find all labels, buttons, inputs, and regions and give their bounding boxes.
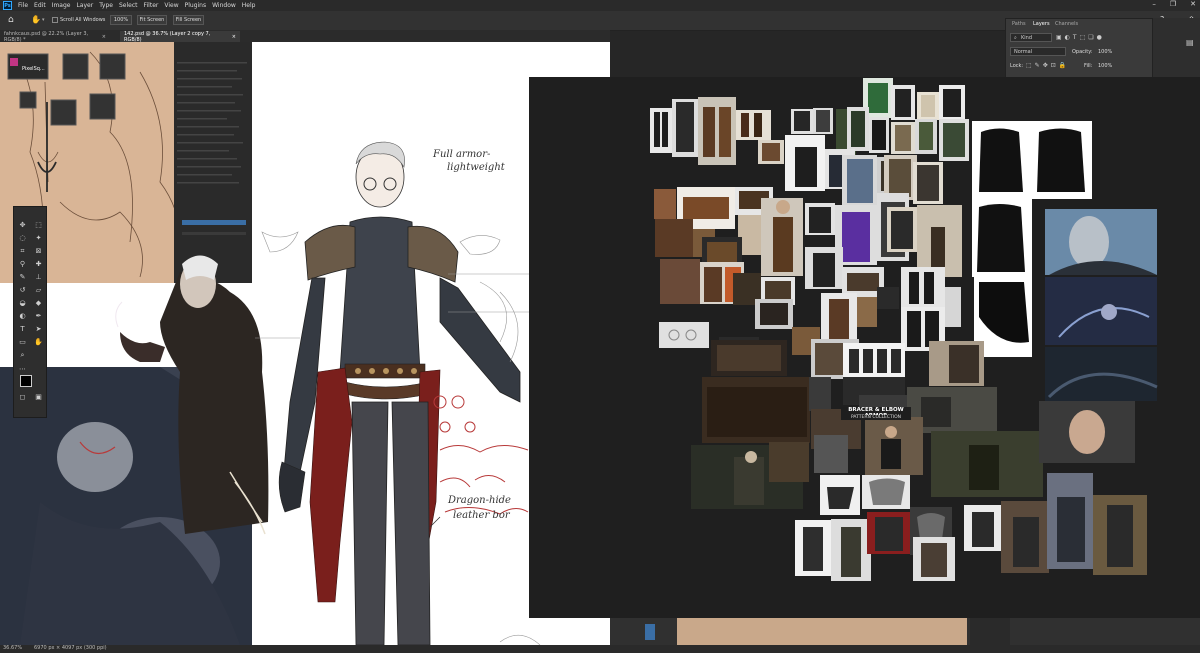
menu-file[interactable]: File bbox=[15, 2, 31, 9]
hand-tool-icon[interactable]: ✋ bbox=[34, 338, 43, 347]
note-full-armor: Full armor- bbox=[433, 149, 491, 160]
background-workspace bbox=[610, 618, 1200, 645]
brush-tool-icon[interactable]: ✎ bbox=[18, 273, 27, 282]
canvas-artwork bbox=[0, 42, 610, 645]
fill-value[interactable]: 100% bbox=[1098, 63, 1112, 69]
menu-window[interactable]: Window bbox=[209, 2, 239, 9]
scroll-all-windows-label: Scroll All Windows bbox=[60, 17, 106, 23]
tab-label: 142.psd @ 36.7% (Layer 2 copy 7, RGB/8) bbox=[124, 30, 211, 43]
menu-plugins[interactable]: Plugins bbox=[182, 2, 210, 9]
menu-help[interactable]: Help bbox=[239, 2, 259, 9]
lasso-tool-icon[interactable]: ◌ bbox=[18, 234, 27, 243]
restore-button[interactable]: ❐ bbox=[1170, 0, 1176, 8]
note-leather: leather bor bbox=[453, 510, 510, 521]
layer-filter-select[interactable]: ⌕ Kind bbox=[1010, 33, 1052, 42]
fill-label: Fill: bbox=[1084, 63, 1093, 69]
pixelsquid-label: PixelSq... bbox=[22, 66, 45, 72]
document-size: 6970 px × 4097 px (300 ppi) bbox=[34, 645, 107, 651]
healing-brush-tool-icon[interactable]: ✚ bbox=[34, 260, 43, 269]
chevron-down-icon[interactable]: ▾ bbox=[42, 17, 45, 23]
photoshop-logo-icon[interactable]: Ps bbox=[3, 1, 12, 10]
note-lightweight: lightweight bbox=[447, 162, 505, 173]
hand-tool-icon[interactable]: ✋ bbox=[31, 15, 41, 25]
background-panel-preview bbox=[970, 618, 1010, 645]
menu-image[interactable]: Image bbox=[49, 2, 74, 9]
menu-select[interactable]: Select bbox=[116, 2, 141, 9]
eyedropper-tool-icon[interactable]: ⚲ bbox=[18, 260, 27, 269]
status-bar: 36.67% 6970 px × 4097 px (300 ppi) bbox=[0, 645, 1200, 653]
foreground-color-swatch[interactable] bbox=[20, 375, 32, 387]
blur-tool-icon[interactable]: ◆ bbox=[34, 299, 43, 308]
eraser-tool-icon[interactable]: ▱ bbox=[34, 286, 43, 295]
reference-collage bbox=[650, 78, 1158, 581]
paint-bucket-tool-icon[interactable]: ◒ bbox=[18, 299, 27, 308]
search-icon: ⌕ bbox=[1014, 35, 1017, 41]
tab-paths[interactable]: Paths bbox=[1012, 21, 1026, 27]
crop-tool-icon[interactable]: ⌗ bbox=[18, 247, 27, 256]
opacity-label: Opacity: bbox=[1072, 49, 1093, 55]
filter-kind-label: Kind bbox=[1021, 35, 1033, 41]
tools-panel: ✥ ⬚ ◌ ✦ ⌗ ⊠ ⚲ ✚ ✎ ⊥ ↺ ▱ ◒ ◆ ◐ ✒ T ➤ ▭ ✋ … bbox=[13, 206, 47, 418]
minimize-button[interactable]: – bbox=[1152, 0, 1156, 8]
clone-stamp-tool-icon[interactable]: ⊥ bbox=[34, 273, 43, 282]
lock-icons[interactable]: ⬚✎✥⊡🔒 bbox=[1026, 62, 1069, 69]
tab-142[interactable]: 142.psd @ 36.7% (Layer 2 copy 7, RGB/8) … bbox=[120, 30, 240, 43]
layer-filter-icons[interactable]: ▣◐T⬚❏● bbox=[1056, 34, 1105, 41]
magic-wand-tool-icon[interactable]: ✦ bbox=[34, 234, 43, 243]
background-document-preview bbox=[677, 618, 967, 645]
menu-filter[interactable]: Filter bbox=[141, 2, 162, 9]
fit-screen-button[interactable]: Fit Screen bbox=[137, 15, 167, 25]
menu-layer[interactable]: Layer bbox=[73, 2, 96, 9]
home-icon[interactable]: ⌂ bbox=[8, 15, 18, 25]
marquee-tool-icon[interactable]: ⬚ bbox=[34, 221, 43, 230]
menu-bar: Ps File Edit Image Layer Type Select Fil… bbox=[0, 0, 1200, 11]
opacity-value[interactable]: 100% bbox=[1098, 49, 1112, 55]
note-dragon-hide: Dragon-hide bbox=[448, 495, 511, 506]
zoom-100-button[interactable]: 100% bbox=[110, 15, 132, 25]
dodge-tool-icon[interactable]: ◐ bbox=[18, 312, 27, 321]
close-icon[interactable]: × bbox=[102, 34, 106, 40]
quick-mask-icon[interactable]: ◻ bbox=[18, 393, 27, 402]
panel-dock: ▤ bbox=[1153, 18, 1200, 77]
blend-mode-select[interactable]: Normal bbox=[1010, 47, 1066, 56]
screen-mode-icon[interactable]: ▣ bbox=[34, 393, 43, 402]
zoom-level[interactable]: 36.67% bbox=[3, 645, 22, 651]
tab-layers[interactable]: Layers bbox=[1033, 21, 1050, 27]
close-icon[interactable]: × bbox=[232, 34, 236, 40]
pen-tool-icon[interactable]: ✒ bbox=[34, 312, 43, 321]
history-brush-tool-icon[interactable]: ↺ bbox=[18, 286, 27, 295]
rectangle-tool-icon[interactable]: ▭ bbox=[18, 338, 27, 347]
document-tab-bar: fahnkcaus.psd @ 22.2% (Layer 3, RGB/8) *… bbox=[0, 30, 610, 43]
scroll-all-windows-checkbox[interactable] bbox=[52, 17, 58, 23]
menu-view[interactable]: View bbox=[161, 2, 181, 9]
panel-toggle-icon[interactable]: ▤ bbox=[1186, 38, 1194, 47]
background-layer-highlight bbox=[645, 624, 655, 640]
tab-channels[interactable]: Channels bbox=[1055, 21, 1078, 27]
zoom-tool-icon[interactable]: ⌕ bbox=[18, 351, 27, 360]
tab-label: fahnkcaus.psd @ 22.2% (Layer 3, RGB/8) * bbox=[4, 30, 89, 43]
menu-edit[interactable]: Edit bbox=[31, 2, 49, 9]
document-canvas[interactable]: Full armor- lightweight Dragon-hide leat… bbox=[0, 42, 610, 645]
more-tools-icon[interactable]: ⋯ bbox=[18, 365, 27, 374]
bracer-armor-subtitle: PATTERN COLLECTION bbox=[841, 415, 911, 420]
close-button[interactable]: ✕ bbox=[1190, 0, 1196, 8]
fill-screen-button[interactable]: Fill Screen bbox=[173, 15, 204, 25]
menu-type[interactable]: Type bbox=[96, 2, 116, 9]
frame-tool-icon[interactable]: ⊠ bbox=[34, 247, 43, 256]
path-selection-tool-icon[interactable]: ➤ bbox=[34, 325, 43, 334]
lock-label: Lock: bbox=[1010, 63, 1024, 69]
layers-panel: Paths Layers Channels ⌕ Kind ▣◐T⬚❏● Norm… bbox=[1005, 18, 1153, 78]
tab-fahnkcaus[interactable]: fahnkcaus.psd @ 22.2% (Layer 3, RGB/8) *… bbox=[0, 30, 110, 43]
move-tool-icon[interactable]: ✥ bbox=[18, 221, 27, 230]
type-tool-icon[interactable]: T bbox=[18, 325, 27, 334]
reference-board[interactable]: BRACER & ELBOW ARMOR PATTERN COLLECTION bbox=[529, 77, 1200, 618]
